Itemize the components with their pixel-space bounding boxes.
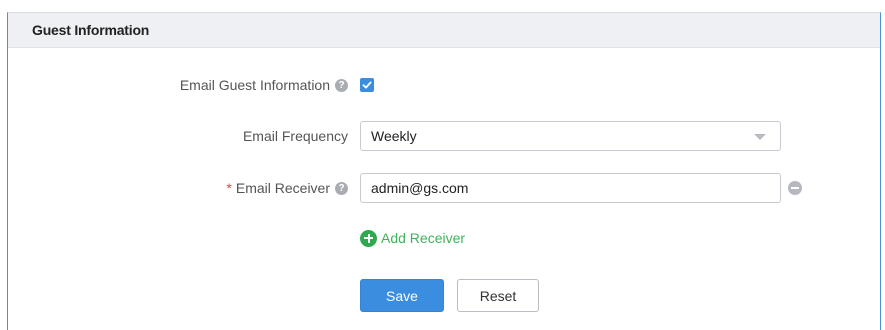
question-circle-icon[interactable]: ? (335, 181, 348, 195)
add-receiver-label: Add Receiver (381, 230, 466, 246)
email-receiver-label-group: * Email Receiver ? (226, 180, 348, 196)
required-marker: * (226, 180, 232, 196)
section-title: Guest Information (8, 13, 880, 48)
email-guest-info-checkbox[interactable] (360, 78, 374, 92)
email-frequency-select[interactable]: Weekly (360, 121, 781, 151)
chevron-down-icon (754, 134, 766, 140)
email-frequency-label: Email Frequency (242, 128, 348, 144)
guest-information-panel: Guest Information Email Guest Informatio… (7, 12, 881, 330)
email-frequency-value: Weekly (371, 128, 417, 144)
checkmark-icon (362, 81, 372, 89)
save-button[interactable]: Save (360, 279, 444, 312)
email-receiver-label: Email Receiver (235, 180, 330, 196)
email-frequency-label-group: Email Frequency (243, 128, 348, 144)
email-guest-info-row: Email Guest Information ? (8, 70, 880, 100)
email-guest-info-label: Email Guest Information (179, 77, 330, 93)
minus-circle-icon[interactable] (788, 181, 802, 195)
email-frequency-row: Email Frequency Weekly (8, 121, 880, 151)
plus-circle-icon (360, 229, 377, 247)
form-actions: Save Reset (8, 279, 880, 312)
question-circle-icon[interactable]: ? (335, 78, 348, 92)
email-guest-info-label-group: Email Guest Information ? (180, 77, 348, 93)
add-receiver-row: Add Receiver (8, 226, 880, 250)
email-receiver-input[interactable] (360, 173, 781, 203)
reset-button[interactable]: Reset (457, 279, 539, 312)
email-receiver-row: * Email Receiver ? (8, 173, 880, 203)
add-receiver-link[interactable]: Add Receiver (360, 229, 466, 247)
